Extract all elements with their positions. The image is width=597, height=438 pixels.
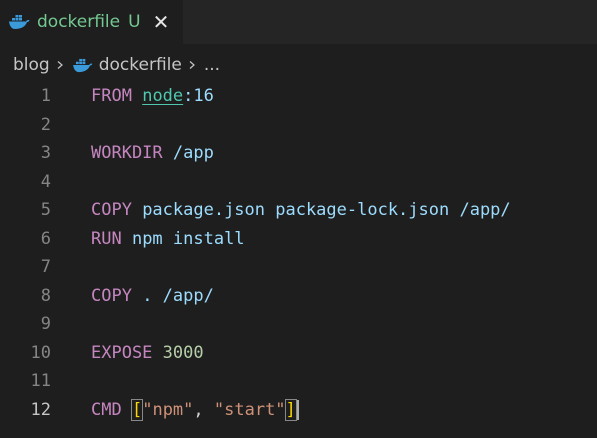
code-line-active[interactable]: 12 CMD ["npm", "start"] — [0, 396, 597, 424]
argument-token: package.json package-lock.json /app/ — [131, 200, 511, 220]
line-number: 2 — [40, 114, 51, 135]
code-line[interactable]: 4 — [0, 168, 597, 196]
line-number: 1 — [40, 86, 51, 106]
code-line[interactable]: 3 WORKDIR /app — [0, 139, 597, 167]
keyword-token: EXPOSE — [91, 342, 153, 363]
image-tag-token: 16 — [193, 86, 214, 106]
line-number: 4 — [40, 171, 51, 192]
code-line[interactable]: 6 RUN npm install — [0, 225, 597, 253]
argument-token: npm install — [121, 228, 245, 249]
line-number: 12 — [30, 399, 51, 420]
line-number: 8 — [40, 285, 51, 306]
keyword-token: COPY — [91, 285, 132, 306]
code-line[interactable]: 2 — [0, 111, 597, 139]
line-number: 7 — [40, 257, 51, 277]
keyword-token: WORKDIR — [91, 143, 163, 163]
chevron-right-icon — [189, 61, 195, 69]
editor-tab-bar: dockerfile U ✕ — [0, 0, 597, 44]
code-line[interactable]: 9 — [0, 310, 597, 338]
breadcrumb-ellipsis[interactable]: ... — [204, 55, 220, 75]
line-number: 10 — [30, 342, 51, 363]
docker-whale-icon — [9, 15, 30, 29]
tab-label: dockerfile — [37, 12, 121, 32]
comma-token: , — [193, 399, 214, 420]
line-number: 6 — [40, 228, 51, 249]
colon-token: : — [183, 86, 194, 106]
breadcrumb-item-blog[interactable]: blog — [13, 55, 50, 75]
argument-token: /app — [162, 143, 214, 163]
chevron-right-icon — [57, 61, 63, 69]
text-cursor — [296, 399, 299, 420]
number-token: 3000 — [162, 342, 204, 363]
untracked-status-badge: U — [128, 12, 141, 32]
code-line[interactable]: 1 FROM node:16 — [0, 82, 597, 110]
code-line[interactable]: 10 EXPOSE 3000 — [0, 339, 597, 367]
keyword-token: RUN — [91, 228, 122, 249]
line-number: 11 — [30, 371, 51, 391]
breadcrumb: blog dockerfile ... — [0, 52, 597, 78]
code-line[interactable]: 8 COPY . /app/ — [0, 282, 597, 310]
open-bracket-token: [ — [130, 398, 144, 421]
keyword-token: COPY — [91, 200, 132, 220]
image-name-token: node — [142, 86, 184, 106]
code-editor[interactable]: 1 FROM node:16 2 3 WORKDIR /app 4 5 COPY… — [0, 82, 597, 438]
string-token: "npm" — [142, 399, 194, 420]
code-line[interactable]: 5 COPY package.json package-lock.json /a… — [0, 196, 597, 224]
breadcrumb-item-dockerfile[interactable]: dockerfile — [99, 55, 182, 75]
string-token: "start" — [213, 399, 286, 420]
tab-dockerfile[interactable]: dockerfile U ✕ — [0, 0, 183, 44]
docker-whale-icon — [72, 58, 93, 72]
close-icon[interactable]: ✕ — [153, 12, 170, 32]
line-number: 9 — [40, 314, 51, 334]
code-line[interactable]: 11 — [0, 367, 597, 395]
keyword-token: FROM — [91, 86, 132, 106]
close-bracket-token: ] — [284, 398, 297, 421]
line-number: 3 — [40, 143, 51, 163]
keyword-token: CMD — [91, 399, 122, 420]
code-line[interactable]: 7 — [0, 253, 597, 281]
line-number: 5 — [40, 200, 51, 220]
argument-token: . /app/ — [131, 285, 214, 306]
